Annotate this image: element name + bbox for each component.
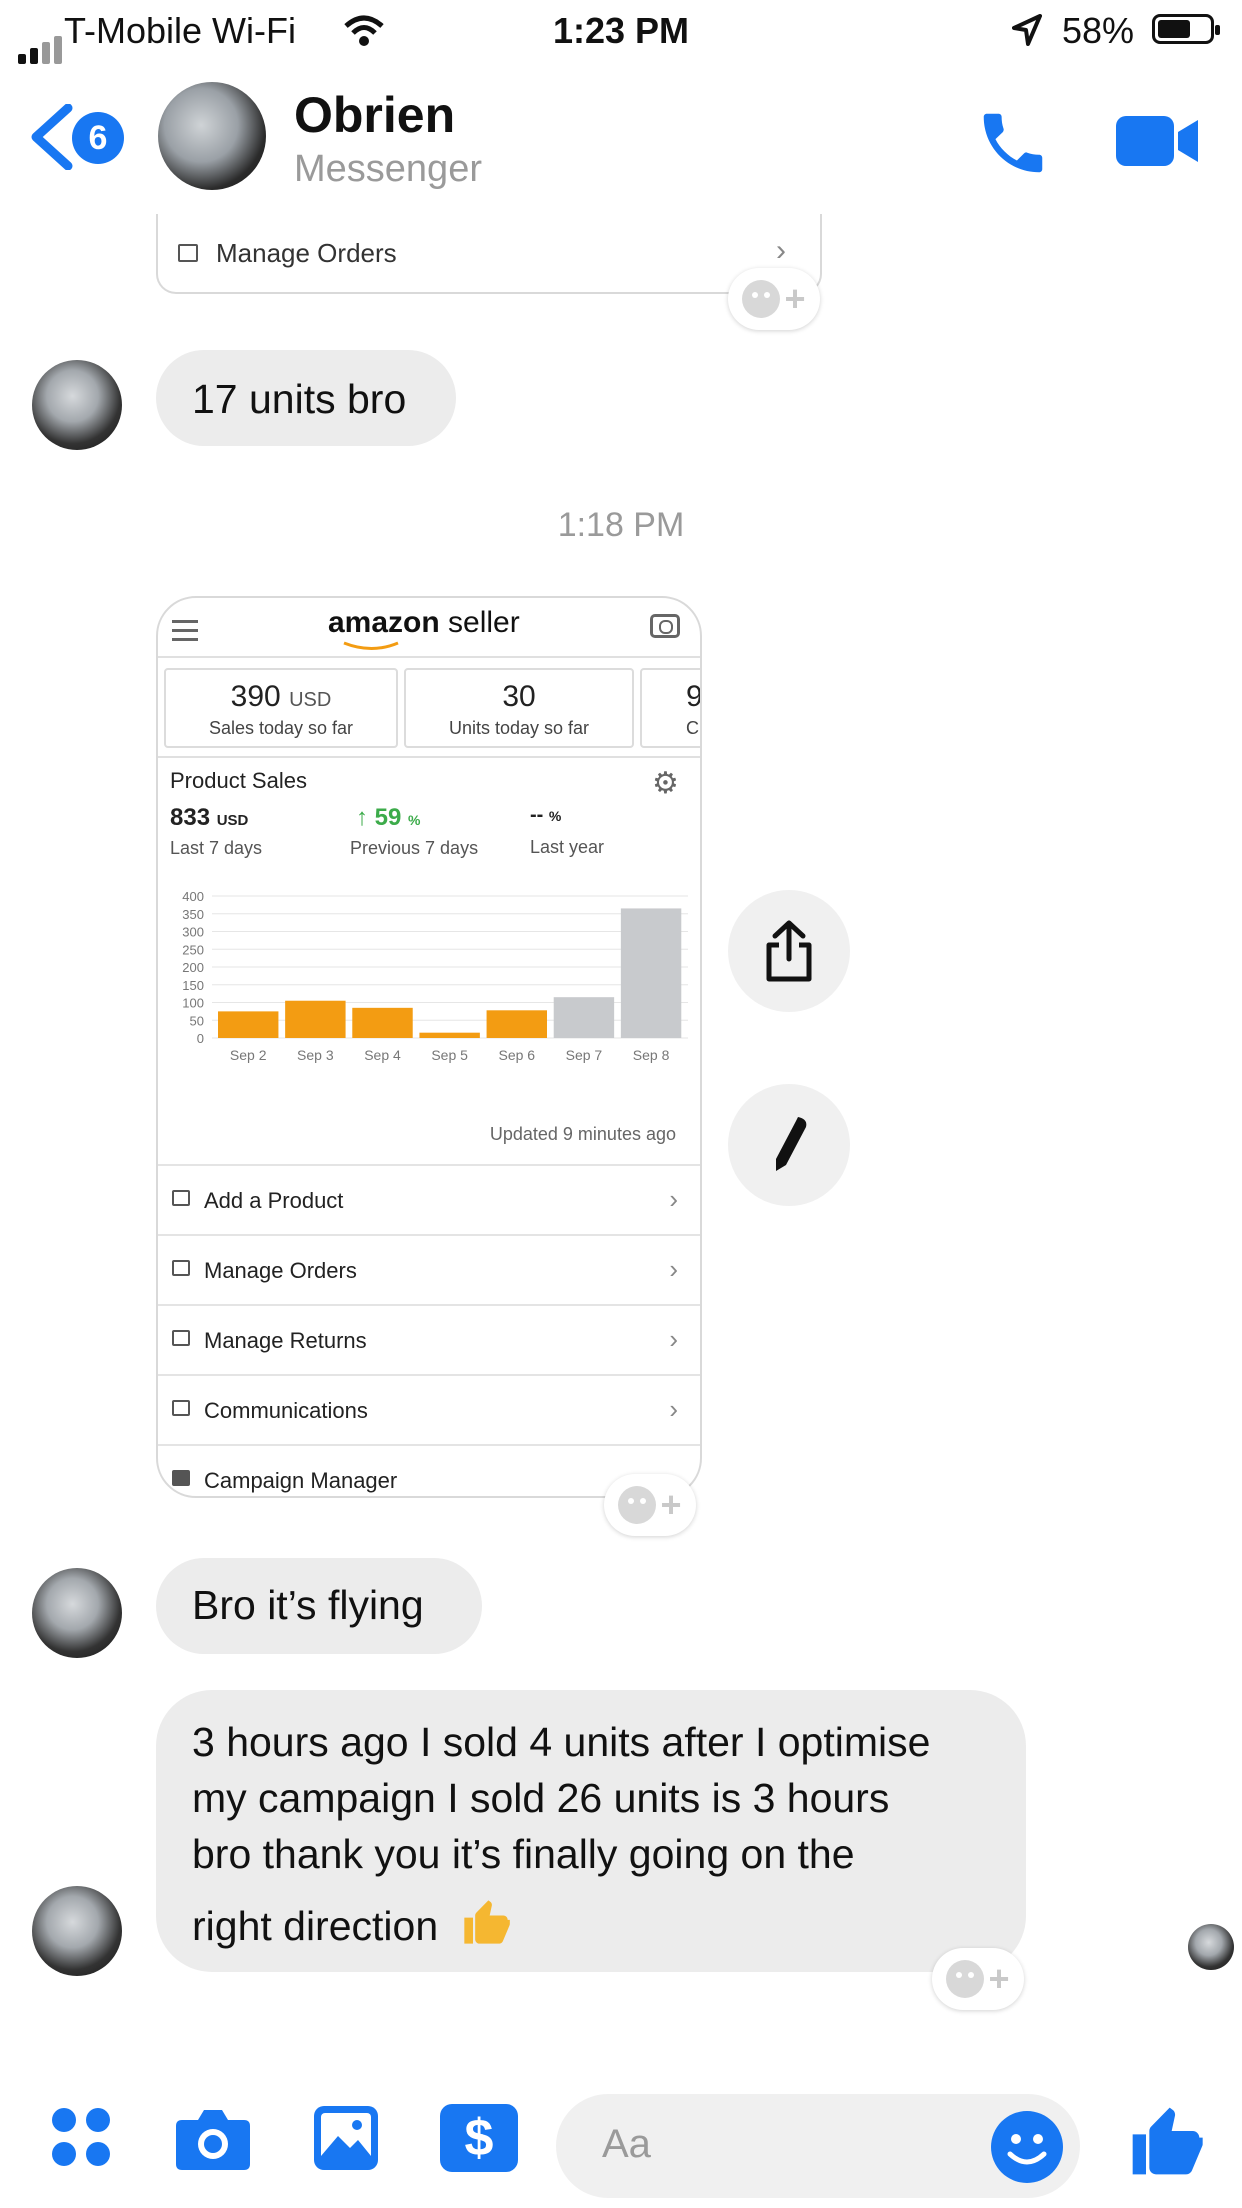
chevron-right-icon: › — [669, 1324, 678, 1354]
battery-icon — [1152, 14, 1220, 44]
returns-icon — [172, 1330, 190, 1346]
add-reaction-button[interactable]: + — [932, 1948, 1024, 2010]
edit-button[interactable] — [728, 1084, 850, 1206]
photo-gallery-icon[interactable] — [312, 2104, 380, 2172]
message-input-placeholder: Aa — [602, 2122, 651, 2166]
kpi-sales: 390 USD Sales today so far — [164, 668, 398, 748]
y-tick-label: 250 — [182, 942, 204, 957]
row-communications[interactable]: Communications › — [158, 1374, 700, 1446]
clock: 1:23 PM — [552, 10, 690, 51]
chart-bar — [218, 1011, 279, 1038]
orders-icon — [178, 244, 198, 262]
y-tick-label: 350 — [182, 907, 204, 922]
x-tick-label: Sep 7 — [566, 1047, 603, 1063]
message-text: Bro it’s flying — [192, 1582, 424, 1628]
contact-subtitle: Messenger — [294, 148, 482, 190]
phone-call-icon[interactable] — [974, 104, 1052, 182]
updated-label: Updated 9 minutes ago — [489, 1124, 676, 1144]
apps-grid-icon[interactable] — [52, 2108, 114, 2170]
sender-avatar[interactable] — [32, 360, 122, 450]
orders-icon — [172, 1260, 190, 1276]
chart-bar — [620, 908, 682, 1038]
x-tick-label: Sep 4 — [364, 1047, 401, 1063]
status-bar: T-Mobile Wi-Fi 1:23 PM 58% — [0, 0, 1242, 64]
row-manage-orders[interactable]: Manage Orders › — [158, 1234, 700, 1306]
emoji-icon[interactable] — [990, 2110, 1064, 2184]
shared-screenshot-partial[interactable]: Manage Orders › — [156, 214, 822, 294]
x-tick-label: Sep 2 — [230, 1047, 267, 1063]
message-text-line: my campaign I sold 26 units is 3 hours — [192, 1775, 890, 1821]
y-tick-label: 100 — [182, 996, 204, 1011]
read-receipt-avatar — [1188, 1924, 1234, 1970]
chart-bar — [486, 1010, 547, 1038]
shared-seller-app-screenshot[interactable]: amazon seller 390 USD Sales today so far… — [156, 596, 702, 1498]
message-bubble[interactable]: 3 hours ago I sold 4 units after I optim… — [156, 1690, 1026, 1972]
kpi-partial: 9 C — [640, 668, 700, 748]
row-manage-returns[interactable]: Manage Returns › — [158, 1304, 700, 1376]
message-bubble[interactable]: 17 units bro — [156, 350, 456, 446]
share-button[interactable] — [728, 890, 850, 1012]
add-reaction-button[interactable]: + — [728, 268, 820, 330]
contact-avatar[interactable] — [158, 82, 266, 190]
chevron-right-icon: › — [776, 234, 786, 267]
smiley-icon — [742, 280, 781, 318]
hamburger-icon — [172, 620, 198, 641]
chevron-right-icon: › — [669, 1184, 678, 1214]
x-tick-label: Sep 8 — [633, 1047, 670, 1063]
camera-icon[interactable] — [174, 2106, 252, 2172]
y-tick-label: 150 — [182, 978, 204, 993]
message-text-line: right direction — [192, 1896, 1026, 1954]
x-tick-label: Sep 5 — [431, 1047, 468, 1063]
chart-bar — [352, 1007, 413, 1038]
chart-bar — [285, 1000, 346, 1038]
payment-icon[interactable]: $ — [440, 2104, 518, 2172]
chart-bar — [553, 997, 615, 1038]
camera-icon — [650, 614, 680, 638]
unread-count-badge[interactable]: 6 — [72, 112, 124, 164]
video-call-icon[interactable] — [1116, 112, 1200, 170]
back-chevron-icon[interactable] — [28, 104, 74, 170]
sender-avatar[interactable] — [32, 1886, 122, 1976]
chevron-right-icon: › — [669, 1254, 678, 1284]
contact-name[interactable]: Obrien — [294, 86, 455, 144]
row-add-product[interactable]: Add a Product › — [158, 1164, 700, 1236]
y-tick-label: 300 — [182, 925, 204, 940]
message-bubble[interactable]: Bro it’s flying — [156, 1558, 482, 1654]
tag-icon — [172, 1190, 190, 1206]
sales-bar-chart: 0 50 100 150 200 250 300 350 400 Sep 2 Sep 3 Sep 4 S… — [182, 889, 688, 1063]
smiley-icon — [946, 1960, 985, 1998]
message-text-line: bro thank you it’s finally going on the — [192, 1831, 855, 1877]
pencil-icon — [776, 1117, 807, 1171]
campaign-icon — [172, 1470, 190, 1486]
sender-avatar[interactable] — [32, 1568, 122, 1658]
chevron-right-icon: › — [669, 1394, 678, 1424]
section-title: Product Sales — [170, 768, 307, 793]
add-reaction-button[interactable]: + — [604, 1474, 696, 1536]
battery-percent: 58% — [1062, 10, 1135, 51]
message-icon — [172, 1400, 190, 1416]
x-tick-label: Sep 3 — [297, 1047, 334, 1063]
gear-icon: ⚙ — [652, 767, 679, 800]
chart-bar — [419, 1032, 480, 1038]
x-tick-label: Sep 6 — [498, 1047, 535, 1063]
y-tick-label: 200 — [182, 960, 204, 975]
stat-previous-7: ↑ 59 % Previous 7 days — [350, 804, 479, 858]
y-tick-label: 0 — [197, 1031, 204, 1046]
message-timestamp: 1:18 PM — [557, 506, 685, 544]
share-icon — [766, 920, 812, 982]
stat-last-year: -- % Last year — [530, 804, 605, 857]
kpi-units: 30 Units today so far — [404, 668, 634, 748]
smiley-icon — [618, 1486, 657, 1524]
amazon-seller-logo: amazon seller — [328, 606, 520, 650]
thumbs-up-emoji-icon — [463, 1900, 510, 1944]
stat-last-7: 833 USD Last 7 days — [170, 804, 263, 858]
manage-orders-label: Manage Orders — [216, 238, 397, 268]
y-tick-label: 50 — [190, 1013, 204, 1028]
message-text: 17 units bro — [192, 376, 407, 422]
message-text-line: 3 hours ago I sold 4 units after I optim… — [192, 1719, 931, 1765]
y-tick-label: 400 — [182, 889, 204, 904]
location-icon — [1012, 14, 1042, 46]
like-thumbs-up-icon[interactable] — [1126, 2100, 1206, 2182]
